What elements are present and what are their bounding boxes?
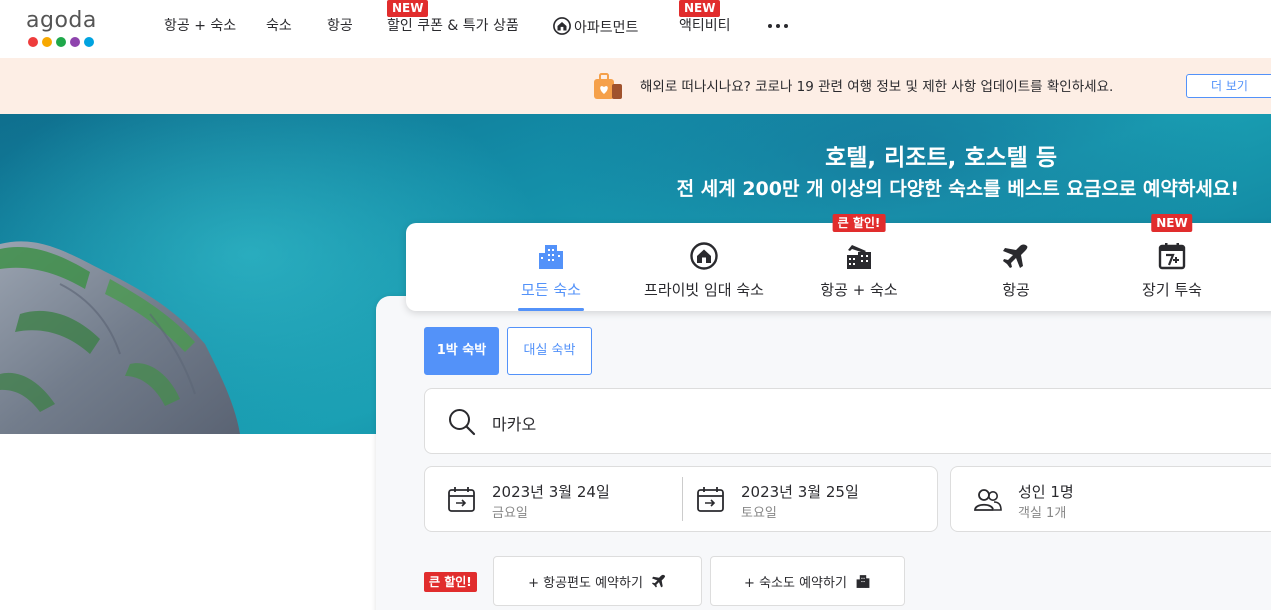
checkin-date: 2023년 3월 24일	[492, 483, 610, 501]
guests-rooms: 객실 1개	[1018, 506, 1067, 521]
nav-deals[interactable]: 할인 쿠폰 & 특가 상품	[387, 17, 519, 35]
date-picker[interactable]: 2023년 3월 24일 금요일 2023년 3월 25일 토요일	[424, 466, 938, 532]
dayuse-stay-button[interactable]: 대실 숙박	[507, 327, 592, 375]
tab-flights-label: 항공	[1002, 281, 1030, 299]
nav-apartments[interactable]: 아파트먼트	[553, 17, 638, 37]
product-tabs: 모든 숙소 프라이빗 임대 숙소 큰 할인! 항공 + 숙소 항공 NEW 장기…	[406, 214, 1271, 311]
hero-title: 호텔, 리조트, 호스텔 등	[825, 145, 1057, 171]
hotel-building-icon	[539, 245, 563, 269]
tab-flight-hotel[interactable]: 큰 할인! 항공 + 숙소	[809, 214, 909, 311]
nav-flights[interactable]: 항공	[327, 17, 353, 35]
hero-subtitle: 전 세계 200만 개 이상의 다양한 숙소를 베스트 요금으로 예약하세요!	[676, 178, 1239, 200]
add-hotel-label: + 숙소도 예약하기	[744, 575, 847, 591]
checkin-calendar-icon	[448, 487, 475, 512]
logo-dot-blue	[84, 37, 94, 47]
guests-icon	[974, 489, 1002, 511]
nav-activities[interactable]: 액티비티	[679, 17, 731, 35]
tab-long-stays[interactable]: NEW 장기 투숙	[1122, 214, 1222, 311]
guests-selector[interactable]: 성인 1명 객실 1개	[950, 466, 1271, 532]
suitcase-heart-icon	[594, 73, 622, 99]
add-flight-button[interactable]: + 항공편도 예약하기	[493, 556, 702, 606]
agoda-logo[interactable]: agoda	[26, 9, 102, 49]
more-menu-icon[interactable]	[768, 24, 788, 28]
addon-big-discount-badge: 큰 할인!	[424, 572, 477, 592]
nav-apartments-label: 아파트먼트	[574, 20, 639, 36]
top-header: agoda 항공 + 숙소 숙소 항공 NEW 할인 쿠폰 & 특가 상품 아파…	[0, 0, 1271, 58]
banner-more-button[interactable]: 더 보기	[1186, 74, 1271, 98]
home-icon	[553, 17, 571, 35]
rocky-island-illustration	[0, 241, 240, 434]
logo-dot-purple	[70, 37, 80, 47]
date-divider	[682, 477, 683, 521]
logo-text: agoda	[26, 8, 97, 33]
hotel-building-icon	[856, 575, 870, 588]
destination-value: 마카오	[492, 415, 537, 434]
add-hotel-button[interactable]: + 숙소도 예약하기	[710, 556, 905, 606]
tab-private-rentals-label: 프라이빗 임대 숙소	[644, 281, 764, 299]
banner-message: 해외로 떠나시나요? 코로나 19 관련 여행 정보 및 제한 사항 업데이트를…	[640, 79, 1114, 95]
nav-deals-new-badge: NEW	[387, 0, 429, 17]
tab-all-stays[interactable]: 모든 숙소	[501, 223, 601, 311]
big-discount-badge: 큰 할인!	[832, 214, 886, 232]
overnight-stay-button[interactable]: 1박 숙박	[424, 327, 499, 375]
tab-all-stays-label: 모든 숙소	[521, 281, 581, 299]
tab-private-rentals[interactable]: 프라이빗 임대 숙소	[626, 223, 782, 311]
airplane-icon	[651, 574, 665, 588]
tab-flights[interactable]: 항공	[966, 223, 1066, 311]
destination-search-input[interactable]: 마카오	[424, 388, 1271, 454]
guests-adults: 성인 1명	[1018, 483, 1074, 501]
add-flight-label: + 항공편도 예약하기	[528, 575, 643, 591]
checkout-weekday: 토요일	[741, 506, 777, 521]
covid-banner: 해외로 떠나시나요? 코로나 19 관련 여행 정보 및 제한 사항 업데이트를…	[0, 58, 1271, 114]
calendar-7plus-icon	[1158, 243, 1186, 270]
tab-long-stays-label: 장기 투숙	[1142, 281, 1202, 299]
logo-dot-green	[56, 37, 66, 47]
active-tab-indicator	[518, 308, 584, 311]
airplane-icon	[1003, 244, 1028, 268]
search-icon	[449, 409, 476, 436]
flight-hotel-icon	[847, 245, 871, 269]
checkin-weekday: 금요일	[492, 506, 528, 521]
checkout-calendar-icon	[697, 487, 724, 512]
tab-flight-hotel-label: 항공 + 숙소	[820, 281, 898, 299]
nav-flight-hotel[interactable]: 항공 + 숙소	[164, 17, 236, 35]
long-stays-new-badge: NEW	[1151, 214, 1193, 232]
logo-dot-red	[28, 37, 38, 47]
logo-dots	[28, 37, 102, 47]
nav-activities-new-badge: NEW	[679, 0, 721, 17]
logo-dot-yellow	[42, 37, 52, 47]
checkout-date: 2023년 3월 25일	[741, 483, 859, 501]
home-icon	[690, 242, 718, 270]
nav-hotels[interactable]: 숙소	[266, 17, 292, 35]
